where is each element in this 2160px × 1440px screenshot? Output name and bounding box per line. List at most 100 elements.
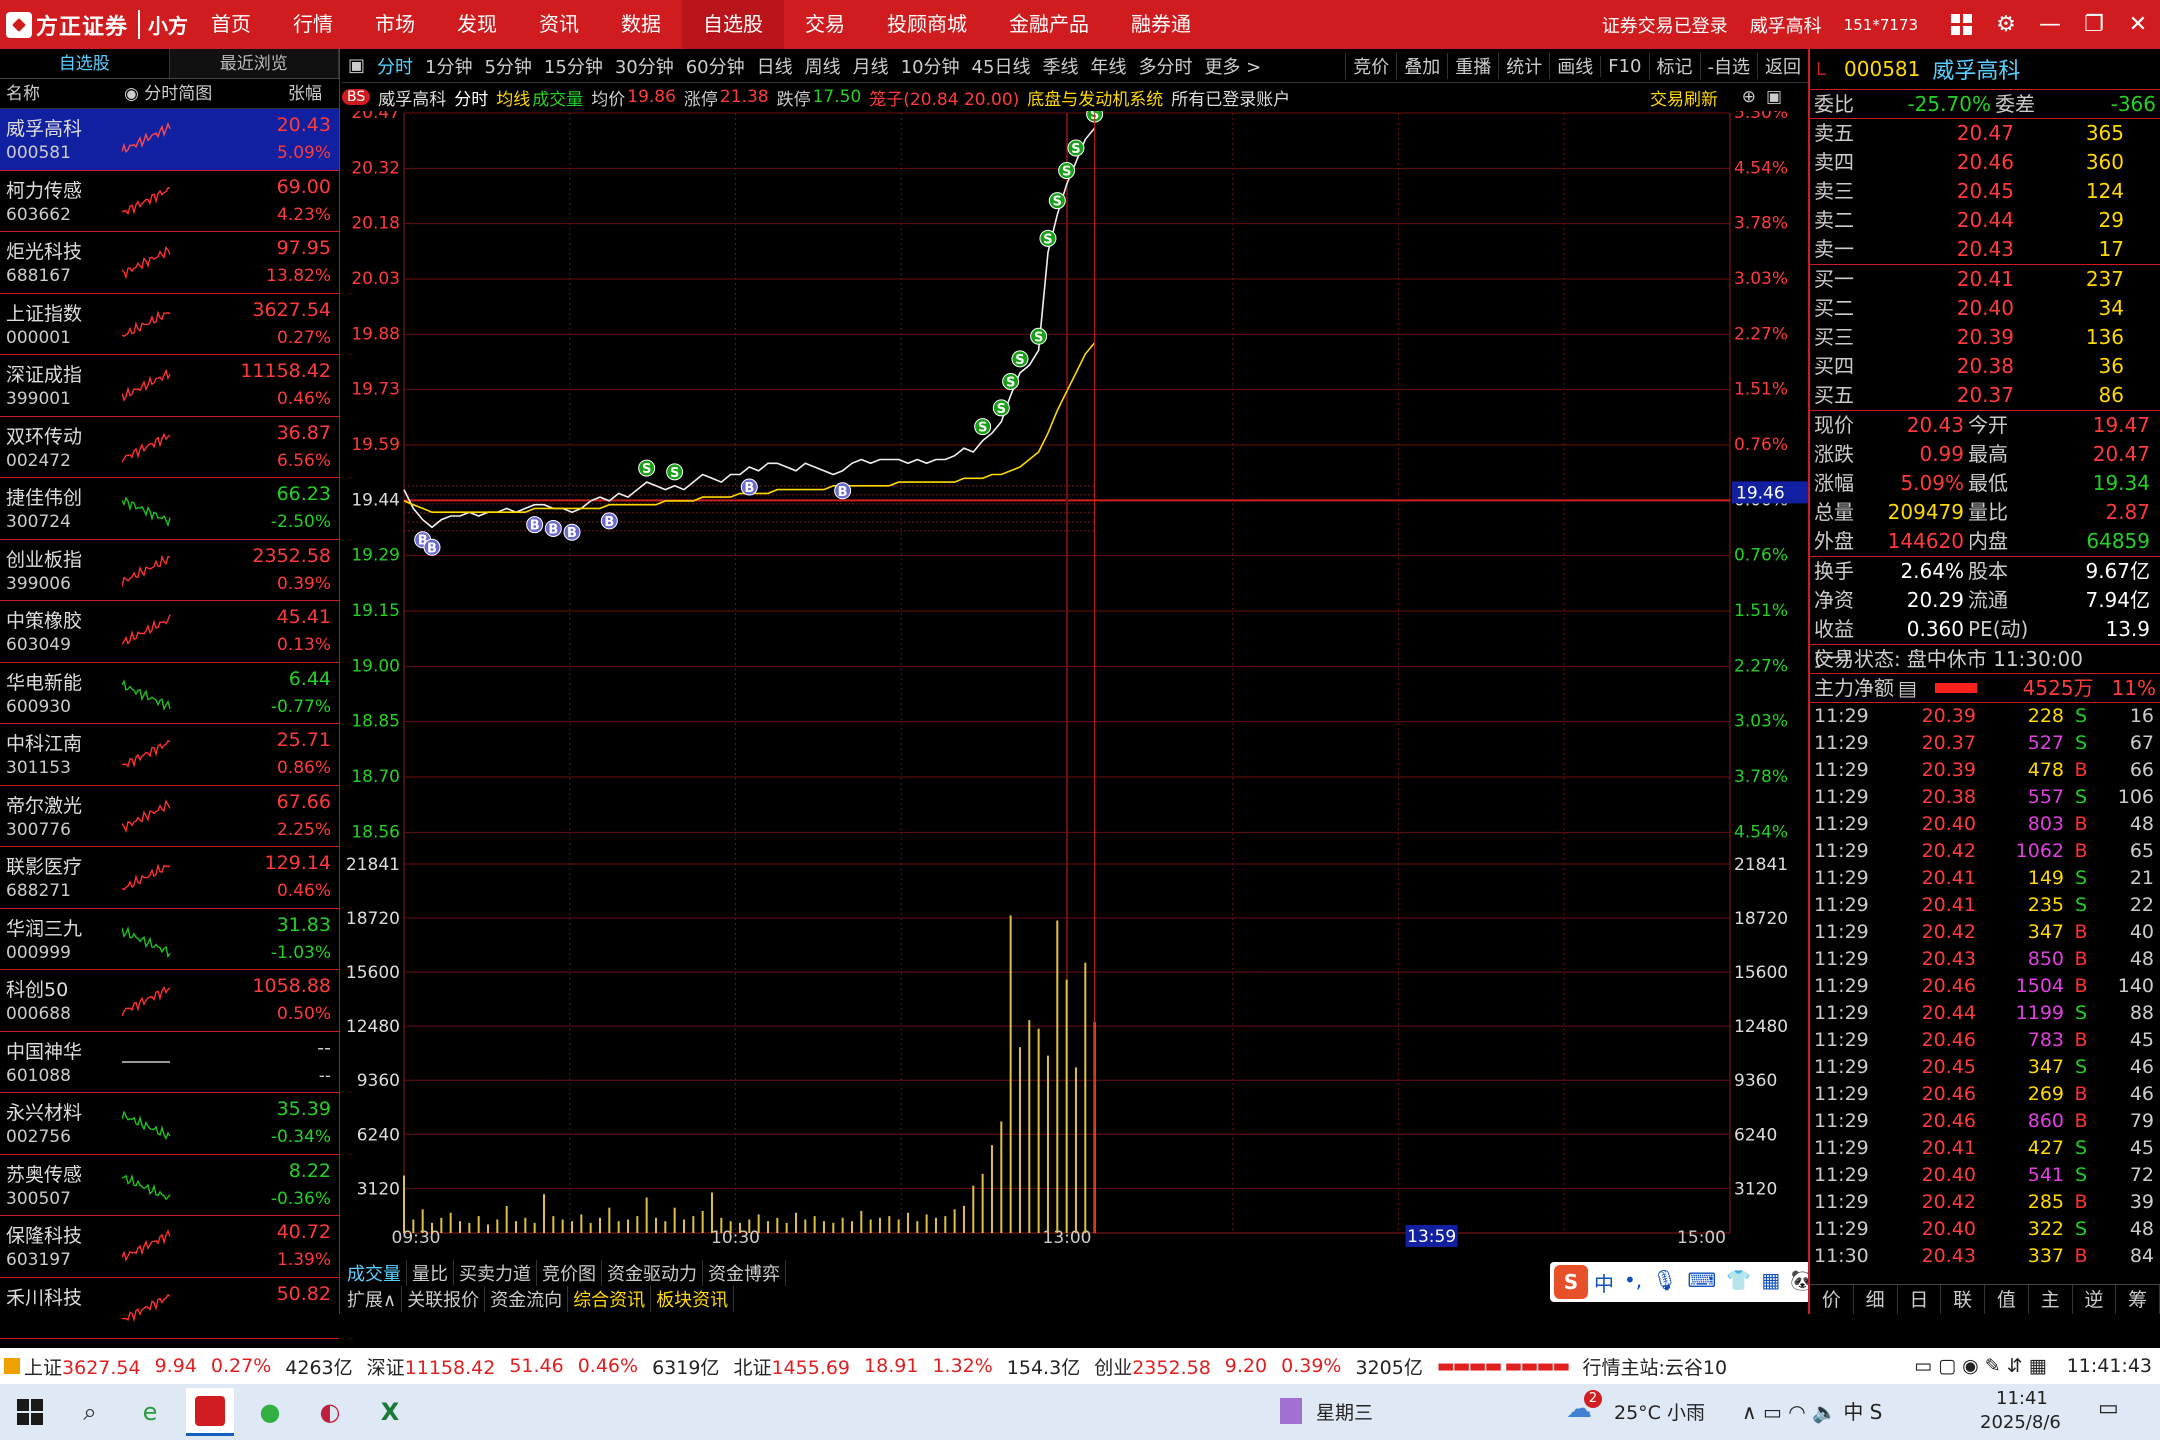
sell-signal-marker[interactable]: S	[974, 418, 992, 436]
ime-item[interactable]: 👕	[1726, 1268, 1751, 1297]
intraday-chart[interactable]: 20.47 5.30% 20.32 4.54% 20.18 3.78% 20.03 3.03%…	[342, 103, 1808, 1255]
period-tab[interactable]: 60分钟	[680, 53, 751, 79]
watchlist-row[interactable]: 苏奥传感 300507 8.22 -0.36%	[0, 1155, 339, 1216]
ime-item[interactable]: 🎙	[1652, 1268, 1677, 1297]
notification-icon[interactable]: ▭	[2098, 1396, 2119, 1421]
watchlist-row[interactable]: 中策橡胶 603049 45.41 0.13%	[0, 601, 339, 663]
cy-index[interactable]: 创业2352.58	[1094, 1353, 1211, 1380]
nav-item[interactable]: 发现	[436, 0, 518, 49]
period-tab[interactable]: 30分钟	[609, 53, 680, 79]
period-tab[interactable]: 10分钟	[895, 53, 966, 79]
chart-tool-button[interactable]: 标记	[1648, 53, 1700, 79]
window-icon[interactable]: ▣	[1766, 87, 1782, 107]
info-tab[interactable]: 板块资讯	[651, 1286, 735, 1312]
header-name[interactable]: 名称	[6, 79, 124, 108]
quote-footer-tab[interactable]: 日	[1898, 1285, 1942, 1314]
trade-refresh-link[interactable]: 交易刷新	[1650, 85, 1718, 110]
orderbook-row[interactable]: 卖一 20.43 17	[1810, 235, 2160, 264]
indicator-tab[interactable]: 量比	[407, 1260, 454, 1286]
chart-tool-button[interactable]: 叠加	[1396, 53, 1447, 79]
info-tab[interactable]: 关联报价	[402, 1286, 486, 1312]
excel-icon[interactable]: X	[366, 1388, 414, 1436]
header-sparkline[interactable]: ◉ 分时简图	[124, 79, 274, 108]
watchlist-row[interactable]: 保隆科技 603197 40.72 1.39%	[0, 1216, 339, 1278]
chart-tool-button[interactable]: 竞价	[1345, 53, 1396, 79]
orderbook-row[interactable]: 卖三 20.45 124	[1810, 177, 2160, 206]
info-tab[interactable]: 资金流向	[485, 1286, 569, 1312]
buy-signal-marker[interactable]: B	[544, 519, 562, 537]
edge-browser-icon[interactable]: e	[126, 1388, 174, 1436]
chart-tool-button[interactable]: 重播	[1447, 53, 1498, 79]
indicator-tab[interactable]: 竞价图	[537, 1260, 602, 1286]
orderbook-row[interactable]: 买四 20.38 36	[1810, 352, 2160, 381]
period-tab[interactable]: 1分钟	[419, 53, 478, 79]
header-change[interactable]: 张幅	[274, 79, 322, 108]
nav-item[interactable]: 自选股	[682, 0, 784, 49]
nav-item[interactable]: 交易	[784, 0, 866, 49]
sell-signal-marker[interactable]: S	[638, 459, 656, 477]
chart-tool-button[interactable]: 统计	[1498, 53, 1549, 79]
quote-footer-tab[interactable]: 主	[2029, 1285, 2073, 1314]
intraday-chart-svg[interactable]: 20.47 5.30% 20.32 4.54% 20.18 3.78% 20.03 3.03%…	[342, 103, 1808, 1255]
watchlist-row[interactable]: 捷佳伟创 300724 66.23 -2.50%	[0, 478, 339, 540]
orderbook-row[interactable]: 买一 20.41 237	[1810, 265, 2160, 294]
indicator-tab[interactable]: 资金博弈	[703, 1260, 786, 1286]
period-tab[interactable]: 多分时	[1132, 53, 1198, 79]
buy-signal-marker[interactable]: B	[563, 523, 581, 541]
nav-item[interactable]: 资讯	[518, 0, 600, 49]
buy-signal-marker[interactable]: B	[423, 538, 441, 556]
app-icon-3[interactable]: ◐	[306, 1388, 354, 1436]
quote-footer-tab[interactable]: 值	[1985, 1285, 2029, 1314]
sell-signal-marker[interactable]: S	[1030, 327, 1048, 345]
orderbook-row[interactable]: 卖二 20.44 29	[1810, 206, 2160, 235]
close-icon[interactable]: ✕	[2116, 0, 2160, 49]
chart-tool-button[interactable]: 画线	[1549, 53, 1600, 79]
period-tab[interactable]: 年线	[1084, 53, 1132, 79]
quote-footer-tab[interactable]: 逆	[2073, 1285, 2117, 1314]
sell-signal-marker[interactable]: S	[1011, 350, 1029, 368]
watchlist-row[interactable]: 科创50 000688 1058.88 0.50%	[0, 970, 339, 1032]
minimize-icon[interactable]: —	[2028, 0, 2072, 49]
founder-app-icon[interactable]	[186, 1388, 234, 1436]
layout-toggle-icon[interactable]: ▣	[342, 55, 371, 76]
watchlist-row[interactable]: 柯力传感 603662 69.00 4.23%	[0, 171, 339, 232]
brand-logo[interactable]: 方正证券 小方	[0, 0, 190, 49]
watchlist-row[interactable]: 联影医疗 688271 129.14 0.46%	[0, 847, 339, 909]
nav-item[interactable]: 行情	[272, 0, 354, 49]
period-tab[interactable]: 日线	[751, 53, 799, 79]
nav-item[interactable]: 投顾商城	[866, 0, 988, 49]
quote-host[interactable]: 行情主站:云谷10	[1582, 1353, 1727, 1380]
nav-item[interactable]: 数据	[600, 0, 682, 49]
period-tab[interactable]: 15分钟	[538, 53, 609, 79]
search-icon[interactable]: ⌕	[66, 1388, 114, 1436]
orderbook-row[interactable]: 买五 20.37 86	[1810, 381, 2160, 410]
buy-signal-marker[interactable]: B	[600, 512, 618, 530]
sh-index[interactable]: 上证3627.54	[24, 1353, 141, 1380]
period-tab[interactable]: 更多 >	[1198, 53, 1267, 79]
windows-start-icon[interactable]	[6, 1388, 54, 1436]
sogou-ime-icon[interactable]: S	[1554, 1265, 1588, 1299]
sell-signal-marker[interactable]: S	[1067, 139, 1085, 157]
ime-item[interactable]: 中	[1594, 1268, 1614, 1297]
main-flow-icon[interactable]: ▤	[1898, 674, 1917, 702]
quote-footer-tab[interactable]: 价	[1810, 1285, 1854, 1314]
watchlist-row[interactable]: 上证指数 000001 3627.54 0.27%	[0, 294, 339, 355]
orderbook-row[interactable]: 卖五 20.47 365	[1810, 119, 2160, 148]
tab-watchlist[interactable]: 自选股	[0, 49, 170, 78]
ime-item[interactable]: •,	[1624, 1268, 1642, 1297]
sell-signal-marker[interactable]: S	[1058, 162, 1076, 180]
watchlist-row[interactable]: 创业板指 399006 2352.58 0.39%	[0, 540, 339, 601]
watchlist-row[interactable]: 中科江南 301153 25.71 0.86%	[0, 724, 339, 786]
nav-item[interactable]: 融券通	[1110, 0, 1212, 49]
info-tab[interactable]: 综合资讯	[568, 1286, 652, 1312]
gear-icon[interactable]: ⚙	[1984, 0, 2028, 49]
nav-item[interactable]: 市场	[354, 0, 436, 49]
bj-index[interactable]: 北证1455.69	[733, 1353, 850, 1380]
period-tab[interactable]: 分时	[371, 53, 419, 79]
account-scope[interactable]: 所有已登录账户	[1171, 85, 1290, 110]
period-tab[interactable]: 月线	[847, 53, 895, 79]
watchlist-row[interactable]: 中国神华 601088 -- --	[0, 1032, 339, 1093]
sell-signal-marker[interactable]: S	[1048, 192, 1066, 210]
nav-item[interactable]: 首页	[190, 0, 272, 49]
sell-signal-marker[interactable]: S	[666, 463, 684, 481]
